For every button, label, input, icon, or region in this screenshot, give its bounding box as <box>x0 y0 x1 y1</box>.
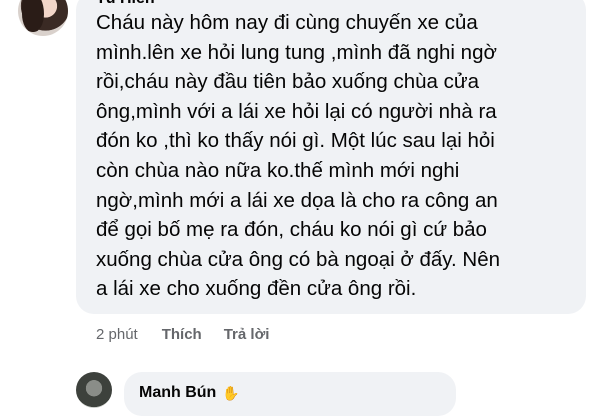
hand-wave-icon: ✋ <box>222 384 240 401</box>
comment-author[interactable]: Tú Hiền <box>96 0 155 8</box>
comment-avatar[interactable] <box>18 0 68 36</box>
reply-author-row: Manh Bún ✋ <box>139 384 240 402</box>
comment-actions: 2 phút Thích Trả lời <box>96 326 291 343</box>
comment-text: Cháu này hôm nay đi cùng chuyến xe của m… <box>96 11 501 301</box>
reply-author[interactable]: Manh Bún <box>139 384 216 402</box>
reply-button[interactable]: Trả lời <box>224 326 270 343</box>
comment-time[interactable]: 2 phút <box>96 326 138 343</box>
like-button[interactable]: Thích <box>162 326 202 343</box>
reply-avatar[interactable] <box>76 372 112 408</box>
